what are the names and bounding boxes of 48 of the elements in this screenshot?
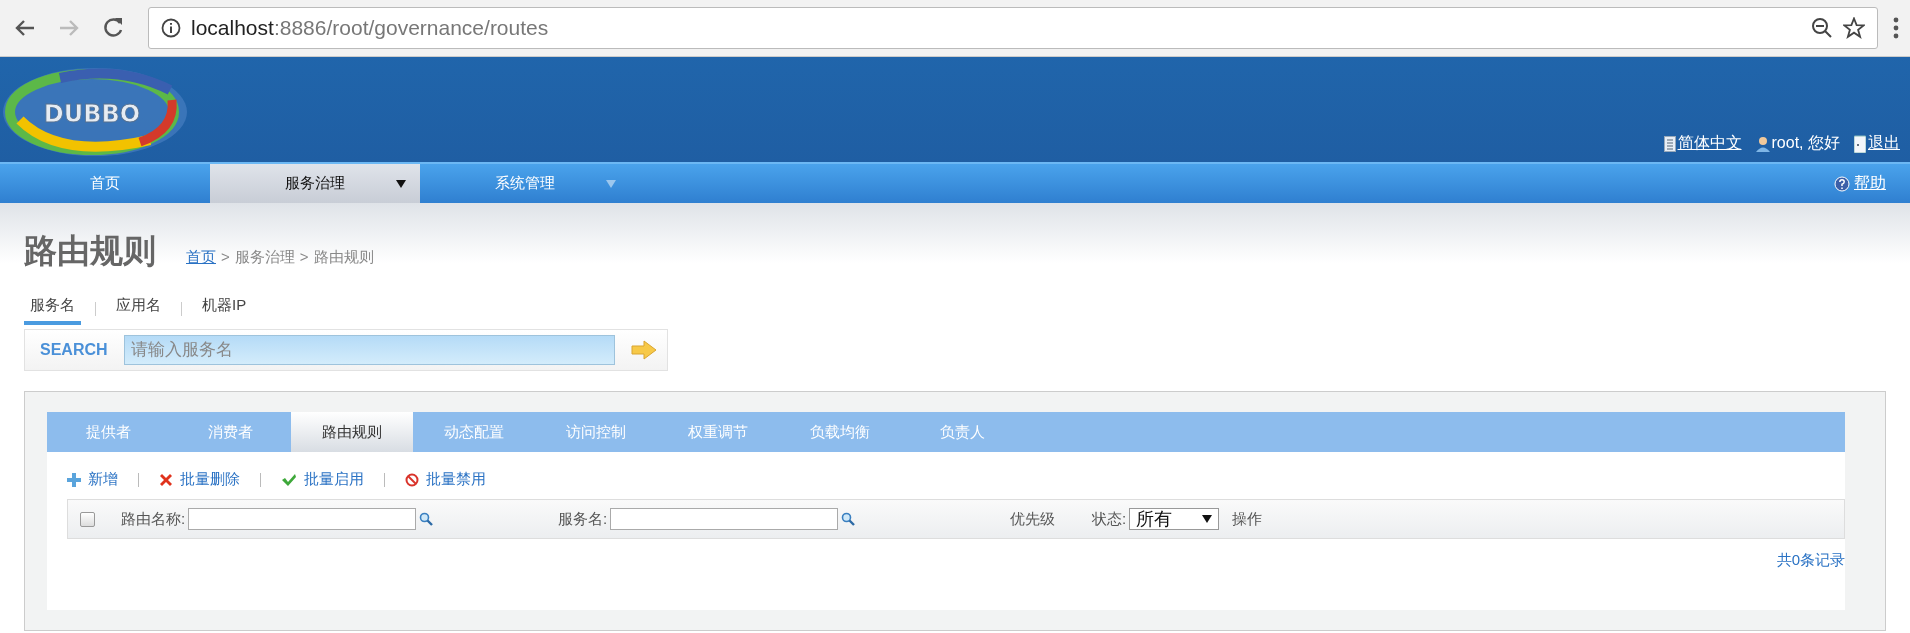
breadcrumb-link[interactable]: 首页	[186, 248, 216, 267]
search-tab[interactable]: 应用名	[110, 292, 167, 325]
search-tab[interactable]: 服务名	[24, 292, 81, 325]
column-label: 服务名:	[558, 509, 608, 529]
header-link[interactable]: 退出	[1868, 133, 1900, 154]
document-icon	[1663, 135, 1676, 152]
nav-item[interactable]: 服务治理	[210, 164, 420, 203]
breadcrumb-item: 服务治理	[234, 248, 295, 267]
help-icon	[1834, 175, 1850, 192]
nav-item[interactable]: 系统管理	[420, 164, 630, 203]
breadcrumb-item: 路由规则	[313, 248, 374, 267]
zoom-out-icon[interactable]	[1811, 17, 1833, 39]
search-field[interactable]: 请输入服务名	[123, 335, 615, 365]
star-icon[interactable]	[1843, 17, 1865, 39]
status-dropdown[interactable]: 所有	[1129, 508, 1220, 530]
user-icon	[1755, 135, 1770, 152]
door-icon	[1854, 134, 1866, 153]
search-tab[interactable]: 机器IP	[196, 292, 253, 325]
record-count: 共0条记录	[1776, 551, 1845, 568]
breadcrumb-separator: >	[221, 248, 230, 267]
search-icon[interactable]	[419, 512, 434, 526]
info-icon	[161, 18, 181, 38]
caret-icon	[1202, 515, 1213, 523]
column-header: 优先级	[1010, 509, 1055, 529]
address-bar[interactable]: localhost:8886/root/governance/routes	[148, 7, 1878, 49]
column-label: 状态:	[1092, 509, 1127, 529]
search-icon[interactable]	[841, 512, 856, 526]
column-header: 操作	[1232, 509, 1262, 529]
action-link[interactable]: 新增	[88, 470, 118, 489]
tab[interactable]: 路由规则	[291, 412, 413, 452]
action-link[interactable]: 批量删除	[180, 470, 240, 489]
column-label: 路由名称:	[121, 509, 186, 529]
help-link[interactable]: 帮助	[1854, 173, 1886, 194]
filter-field[interactable]	[188, 508, 417, 530]
plus-icon	[67, 472, 81, 487]
check-icon	[281, 472, 297, 487]
prohibited-icon	[405, 472, 419, 487]
menu-icon[interactable]	[1892, 16, 1900, 40]
select-all-checkbox[interactable]	[80, 511, 95, 527]
breadcrumb-separator: >	[299, 248, 309, 267]
filter-field[interactable]	[610, 508, 839, 530]
search-label: SEARCH	[40, 341, 108, 359]
page-title: 路由规则	[24, 231, 156, 271]
nav-item[interactable]: 首页	[0, 164, 210, 203]
header-link[interactable]: root, 您好	[1771, 133, 1840, 154]
action-link[interactable]: 批量启用	[304, 470, 364, 489]
action-link[interactable]: 批量禁用	[426, 470, 486, 489]
cross-icon	[159, 472, 173, 487]
